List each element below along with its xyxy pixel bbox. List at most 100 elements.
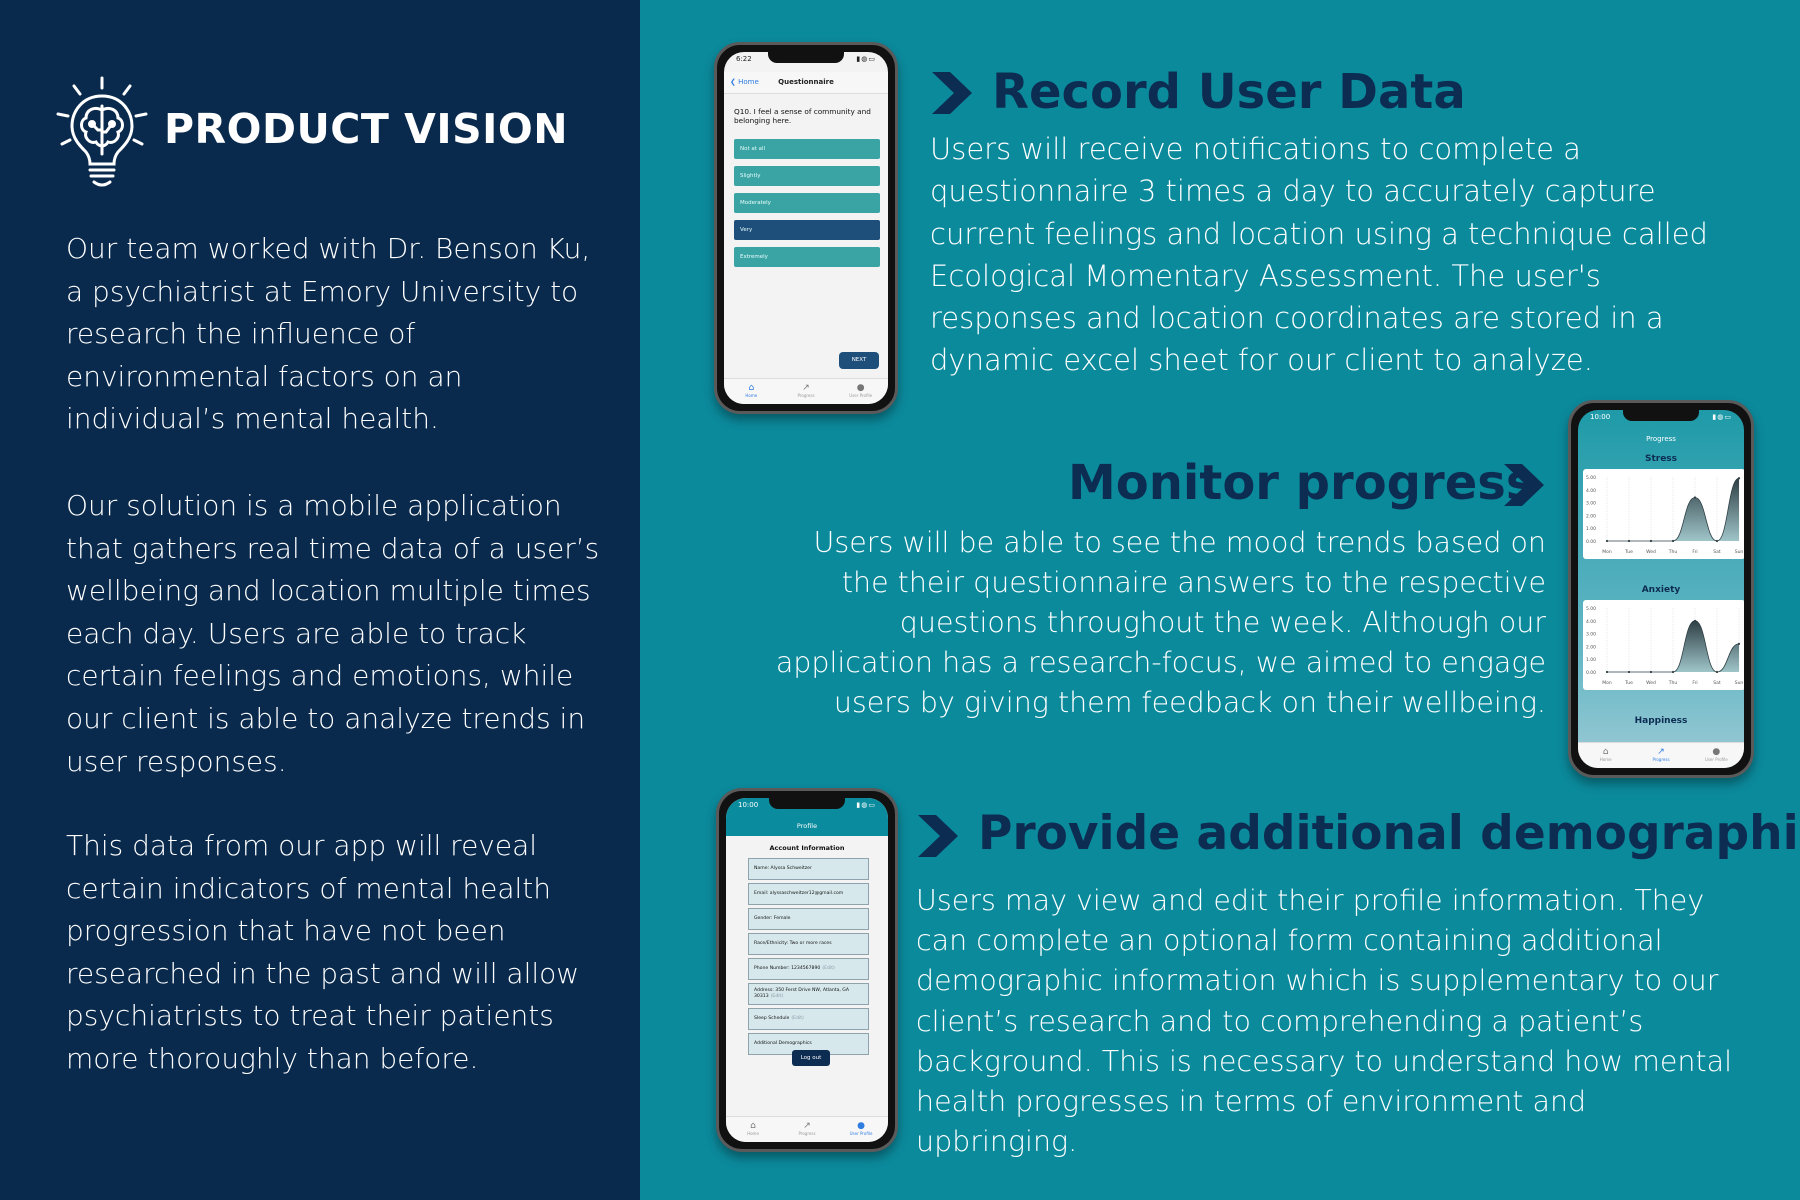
data-point: [1737, 642, 1741, 645]
data-point: [1715, 670, 1719, 674]
answer-option[interactable]: Not at all: [734, 139, 880, 159]
x-tick-label: Sat: [1713, 549, 1721, 555]
y-tick-label: 3.00: [1586, 501, 1596, 507]
next-button[interactable]: NEXT: [839, 352, 879, 369]
home-icon: ⌂: [750, 1121, 756, 1131]
y-tick-label: 2.00: [1586, 513, 1596, 519]
data-point: [1737, 477, 1741, 480]
data-point: [1671, 670, 1675, 674]
screen-title: Progress: [1646, 435, 1676, 443]
tab-label: Progress: [1652, 757, 1670, 762]
demographics-heading: Provide additional demographics: [978, 806, 1800, 861]
intro-paragraph: Our team worked with Dr. Benson Ku, a ps…: [66, 232, 591, 436]
chevron-right-icon: [932, 72, 972, 114]
status-time: 10:00: [738, 801, 759, 809]
progress-phone: 10:00 ▮◍▭ Progress Stress 5.00 4.00 3.00 2.…: [1568, 400, 1754, 778]
answer-option[interactable]: Slightly: [734, 166, 880, 186]
y-tick-label: 3.00: [1586, 632, 1596, 638]
answer-option[interactable]: Moderately: [734, 193, 880, 213]
tab-progress[interactable]: ↗ Progress: [779, 379, 834, 404]
y-tick-label: 4.00: [1586, 619, 1596, 625]
tab-label: User Profile: [849, 393, 873, 398]
tab-home[interactable]: ⌂ Home: [724, 379, 779, 404]
profile-field[interactable]: Sleep Schedule (Edit): [748, 1008, 869, 1030]
answer-option-selected[interactable]: Very: [734, 220, 880, 240]
tab-home[interactable]: ⌂ Home: [1578, 743, 1633, 768]
questionnaire-screen: 6:22 ▮◍▭ ❮ Home Questionnaire Q10. I fee…: [724, 52, 888, 404]
tab-home[interactable]: ⌂ Home: [726, 1117, 780, 1142]
profile-field[interactable]: Phone Number: 1234567890 (Edit): [748, 958, 869, 980]
product-vision-title: PRODUCT VISION: [164, 105, 569, 153]
x-tick-label: Fri: [1692, 549, 1697, 555]
signal-wifi-battery-icon: ▮◍▭: [1712, 413, 1732, 421]
data-point: [1693, 496, 1697, 499]
edit-link[interactable]: (Edit): [791, 1016, 803, 1021]
profile-field-label: Additional Demographics: [754, 1041, 812, 1046]
x-tick-label: Tue: [1624, 680, 1633, 686]
profile-field-label: Sleep Schedule: [754, 1016, 790, 1021]
tab-label: User Profile: [1704, 757, 1728, 762]
edit-link[interactable]: (Edit): [771, 994, 783, 999]
tab-user-profile[interactable]: ● User Profile: [833, 379, 888, 404]
x-tick-label: Mon: [1602, 680, 1612, 686]
tab-user-profile[interactable]: ● User Profile: [1689, 743, 1744, 768]
chart-icon: ↗: [1657, 747, 1665, 757]
tab-label: Home: [1599, 757, 1612, 762]
answer-option[interactable]: Extremely: [734, 247, 880, 267]
solution-paragraph: Our solution is a mobile application tha…: [66, 489, 600, 778]
tab-user-profile[interactable]: ● User Profile: [834, 1117, 888, 1142]
y-tick-label: 0.00: [1586, 539, 1596, 545]
x-tick-label: Wed: [1646, 680, 1656, 686]
left-panel: PRODUCT VISION Our team worked with Dr. …: [0, 0, 640, 1200]
impact-paragraph: This data from our app will reveal certa…: [66, 829, 580, 1075]
chart-icon: ↗: [803, 1121, 811, 1131]
chart-icon: ↗: [802, 383, 810, 393]
questionnaire-phone: 6:22 ▮◍▭ ❮ Home Questionnaire Q10. I fee…: [714, 42, 898, 414]
screen-title: Questionnaire: [778, 78, 834, 86]
profile-field[interactable]: Address: 350 Ferst Drive NW, Atlanta, GA…: [748, 983, 869, 1005]
happiness-chart-label: Happiness: [1634, 716, 1688, 726]
user-icon: ●: [856, 383, 865, 393]
data-point: [1605, 670, 1609, 674]
y-tick-label: 1.00: [1586, 657, 1596, 663]
anxiety-chart-label: Anxiety: [1641, 585, 1681, 595]
tab-label: Progress: [797, 393, 815, 398]
record-user-data-body: Users will receive notifications to comp…: [930, 132, 1708, 378]
x-tick-label: Sun: [1735, 549, 1744, 555]
tab-progress[interactable]: ↗ Progress: [780, 1117, 834, 1142]
tab-label: User Profile: [849, 1131, 873, 1136]
x-tick-label: Sat: [1713, 680, 1721, 686]
data-point: [1715, 539, 1719, 543]
question-text: Q10. I feel a sense of community and bel…: [734, 107, 871, 125]
user-icon: ●: [1712, 747, 1721, 757]
x-tick-label: Fri: [1692, 680, 1697, 686]
monitor-progress-heading: Monitor progress: [1068, 455, 1535, 511]
y-tick-label: 0.00: [1586, 670, 1596, 676]
profile-field-label: Phone Number: 1234567890: [754, 966, 821, 971]
x-tick-label: Thu: [1668, 680, 1678, 686]
monitor-progress-body: Users will be able to see the mood trend…: [775, 526, 1546, 719]
stress-chart: 5.00 4.00 3.00 2.00 1.00 0.00 Mon Tue Wed Thu Fri S…: [1583, 469, 1744, 559]
profile-field-label: Email: alyssaschweitzer12@gmail.com: [754, 891, 844, 896]
logout-button[interactable]: Log out: [792, 1050, 830, 1066]
x-tick-label: Mon: [1602, 549, 1612, 555]
y-tick-label: 4.00: [1586, 488, 1596, 494]
x-tick-label: Wed: [1646, 549, 1656, 555]
tab-label: Progress: [798, 1131, 816, 1136]
tab-label: Home: [747, 1131, 759, 1136]
profile-field-label: Race/Ethnicity: Two or more races: [754, 941, 832, 946]
x-tick-label: Thu: [1668, 549, 1678, 555]
edit-link[interactable]: (Edit): [822, 966, 834, 971]
chevron-right-icon: [918, 815, 958, 857]
x-tick-label: Tue: [1624, 549, 1633, 555]
screen-title: Profile: [796, 822, 818, 830]
tab-progress[interactable]: ↗ Progress: [1633, 743, 1688, 768]
profile-field: Name: Alyssa Schweitzer: [748, 858, 869, 880]
data-point: [1671, 539, 1675, 543]
progress-screen: 10:00 ▮◍▭ Progress Stress 5.00 4.00 3.00 2.…: [1578, 410, 1744, 768]
phone-notch: [768, 52, 844, 63]
account-information-title: Account Information: [769, 844, 845, 852]
tab-label: Home: [745, 393, 758, 398]
profile-field-label: Gender: Female: [754, 916, 791, 921]
signal-wifi-battery-icon: ▮◍▭: [856, 55, 876, 63]
